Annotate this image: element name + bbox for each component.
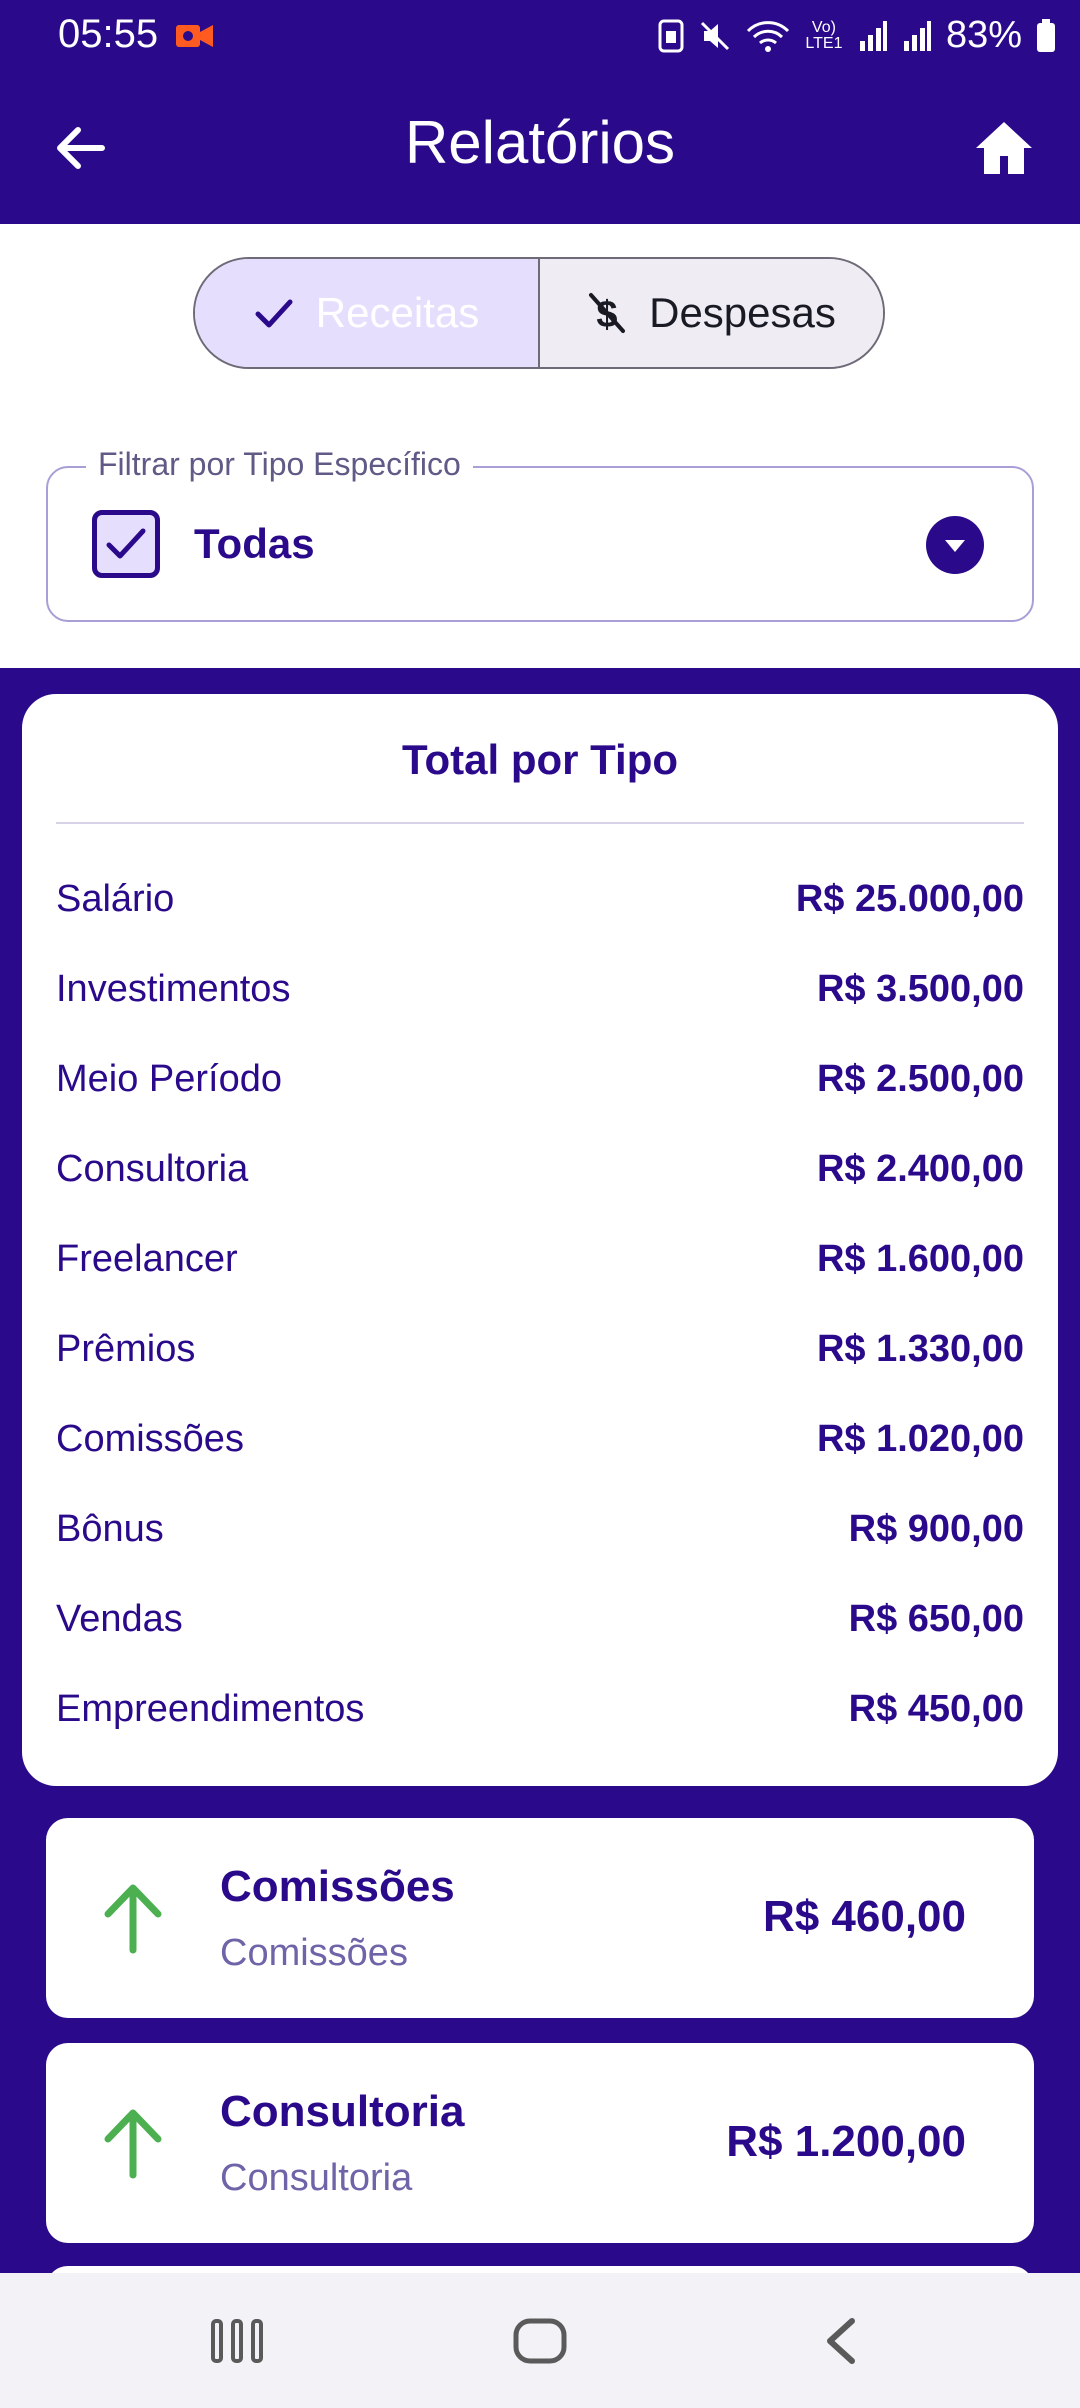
transaction-item[interactable]: Comissões Comissões R$ 460,00 bbox=[46, 1818, 1034, 2018]
totals-row-value: R$ 650,00 bbox=[848, 1597, 1024, 1640]
totals-row-label: Comissões bbox=[56, 1417, 244, 1460]
toggle-receitas-label: Receitas bbox=[315, 289, 480, 336]
toggle-despesas[interactable]: $ Despesas bbox=[540, 259, 883, 367]
checkbox-icon bbox=[92, 510, 160, 578]
signal-2-icon bbox=[903, 20, 931, 51]
totals-list: Salário R$ 25.000,00 Investimentos R$ 3.50… bbox=[56, 854, 1024, 1754]
type-toggle: Receitas $ Despesas bbox=[193, 257, 885, 369]
totals-row: Bônus R$ 900,00 bbox=[56, 1484, 1024, 1574]
transaction-name: Consultoria bbox=[220, 2087, 465, 2136]
totals-title: Total por Tipo bbox=[401, 736, 679, 783]
transaction-category: Consultoria bbox=[220, 2157, 413, 2199]
totals-row: Prêmios R$ 1.330,00 bbox=[56, 1304, 1024, 1394]
totals-row-label: Investimentos bbox=[56, 967, 291, 1010]
totals-row: Investimentos R$ 3.500,00 bbox=[56, 944, 1024, 1034]
back-nav-icon[interactable] bbox=[812, 2315, 872, 2367]
wifi-icon bbox=[746, 20, 790, 52]
toggle-receitas[interactable]: Receitas bbox=[195, 259, 540, 367]
totals-row-label: Empreendimentos bbox=[56, 1687, 365, 1730]
totals-row: Freelancer R$ 1.600,00 bbox=[56, 1214, 1024, 1304]
divider bbox=[56, 822, 1024, 824]
totals-row: Consultoria R$ 2.400,00 bbox=[56, 1124, 1024, 1214]
recent-apps-icon[interactable] bbox=[207, 2315, 267, 2367]
transaction-item[interactable]: Consultoria Consultoria R$ 1.200,00 bbox=[46, 2043, 1034, 2243]
signal-1-icon bbox=[859, 20, 887, 51]
totals-row-value: R$ 450,00 bbox=[848, 1687, 1024, 1730]
money-off-icon: $ bbox=[589, 293, 626, 335]
transaction-category: Comissões bbox=[220, 1932, 408, 1974]
totals-card: Total por Tipo Salário R$ 25.000,00 Inves… bbox=[22, 694, 1058, 1786]
totals-row: Meio Período R$ 2.500,00 bbox=[56, 1034, 1024, 1124]
totals-row-label: Vendas bbox=[56, 1597, 183, 1640]
totals-row: Vendas R$ 650,00 bbox=[56, 1574, 1024, 1664]
filter-value: Todas bbox=[194, 520, 315, 567]
totals-row-value: R$ 1.020,00 bbox=[816, 1417, 1024, 1460]
network-type-label: Vo) LTE1 bbox=[805, 18, 843, 52]
system-nav-bar bbox=[0, 2273, 1080, 2408]
arrow-up-icon bbox=[104, 2109, 162, 2179]
totals-row: Salário R$ 25.000,00 bbox=[56, 854, 1024, 944]
status-bar: 05:55 Vo) LTE1 83% bbox=[0, 0, 1080, 74]
arrow-up-icon bbox=[104, 1884, 162, 1954]
content-area: Total por Tipo Salário R$ 25.000,00 Inves… bbox=[0, 668, 1080, 2273]
filter-label: Filtrar por Tipo Específico bbox=[86, 446, 473, 483]
transaction-item[interactable] bbox=[46, 2266, 1034, 2273]
totals-row-value: R$ 3.500,00 bbox=[816, 967, 1024, 1010]
toggle-despesas-label: Despesas bbox=[649, 289, 836, 336]
transaction-amount: R$ 1.200,00 bbox=[726, 2117, 966, 2166]
totals-row-label: Freelancer bbox=[56, 1237, 238, 1280]
check-icon bbox=[255, 299, 293, 328]
totals-row: Comissões R$ 1.020,00 bbox=[56, 1394, 1024, 1484]
mute-icon bbox=[700, 21, 729, 50]
totals-row-value: R$ 2.400,00 bbox=[816, 1147, 1024, 1190]
totals-row-label: Bônus bbox=[56, 1507, 164, 1550]
totals-row-value: R$ 900,00 bbox=[848, 1507, 1024, 1550]
totals-row-label: Salário bbox=[56, 877, 175, 920]
app-bar: Relatórios bbox=[0, 74, 1080, 224]
sim-icon bbox=[658, 19, 684, 52]
transaction-amount: R$ 460,00 bbox=[762, 1892, 966, 1941]
screen-record-icon bbox=[176, 25, 213, 47]
totals-row-value: R$ 2.500,00 bbox=[816, 1057, 1024, 1100]
home-nav-icon[interactable] bbox=[510, 2315, 570, 2367]
totals-row: Empreendimentos R$ 450,00 bbox=[56, 1664, 1024, 1754]
totals-row-value: R$ 25.000,00 bbox=[795, 877, 1024, 920]
page-title: Relatórios bbox=[404, 109, 676, 176]
status-icons: Vo) LTE1 83% bbox=[658, 14, 1056, 57]
transaction-name: Comissões bbox=[220, 1862, 455, 1911]
totals-row-value: R$ 1.330,00 bbox=[816, 1327, 1024, 1370]
battery-icon bbox=[1037, 18, 1055, 52]
totals-row-label: Consultoria bbox=[56, 1147, 249, 1190]
totals-row-label: Prêmios bbox=[56, 1327, 196, 1370]
dropdown-arrow-icon[interactable] bbox=[926, 516, 984, 574]
home-icon[interactable] bbox=[972, 116, 1036, 180]
filter-dropdown[interactable]: Filtrar por Tipo Específico Todas bbox=[46, 446, 1034, 622]
battery-percent: 83% bbox=[945, 14, 1022, 56]
totals-row-label: Meio Período bbox=[56, 1057, 283, 1100]
status-time: 05:55 bbox=[58, 12, 159, 56]
totals-row-value: R$ 1.600,00 bbox=[816, 1237, 1024, 1280]
